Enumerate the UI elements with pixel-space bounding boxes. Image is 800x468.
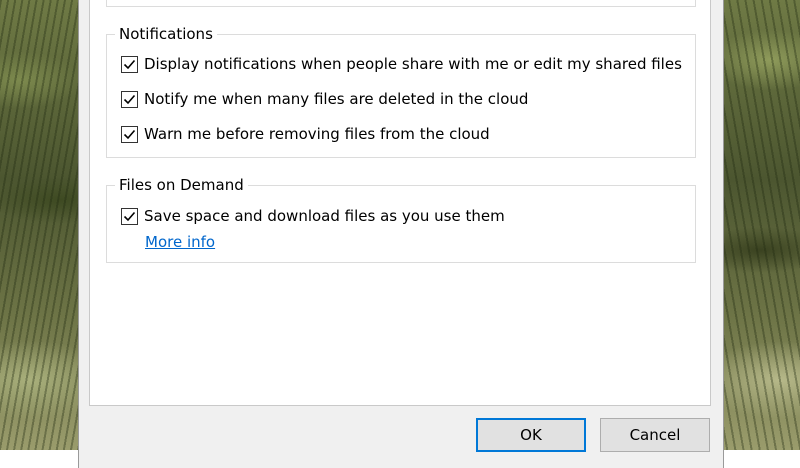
wallpaper-grass-left [0, 0, 88, 450]
notifications-group-title: Notifications [115, 25, 217, 43]
settings-dialog: Notifications Display notifications when… [78, 0, 724, 468]
files-on-demand-group-title: Files on Demand [115, 176, 248, 194]
previous-group-edge [106, 0, 696, 7]
save-space-checkbox[interactable] [121, 207, 138, 225]
checkmark-icon [123, 94, 136, 104]
settings-panel: Notifications Display notifications when… [89, 0, 711, 406]
cancel-button[interactable]: Cancel [600, 418, 710, 452]
checkmark-icon [123, 211, 136, 221]
checkmark-icon [123, 129, 136, 139]
warn-remove-cloud-option[interactable]: Warn me before removing files from the c… [121, 123, 490, 145]
notify-share-edit-label: Display notifications when people share … [144, 55, 682, 73]
ok-button[interactable]: OK [476, 418, 586, 452]
checkmark-icon [123, 59, 136, 69]
notify-mass-delete-option[interactable]: Notify me when many files are deleted in… [121, 88, 528, 110]
notify-mass-delete-checkbox[interactable] [121, 90, 138, 108]
save-space-option[interactable]: Save space and download files as you use… [121, 205, 505, 227]
notify-share-edit-option[interactable]: Display notifications when people share … [121, 53, 682, 75]
notify-share-edit-checkbox[interactable] [121, 55, 138, 73]
notify-mass-delete-label: Notify me when many files are deleted in… [144, 90, 529, 108]
files-on-demand-group: Files on Demand Save space and download … [106, 176, 696, 263]
more-info-link[interactable]: More info [145, 233, 215, 251]
warn-remove-cloud-checkbox[interactable] [121, 125, 138, 143]
notifications-group: Notifications Display notifications when… [106, 25, 696, 158]
warn-remove-cloud-label: Warn me before removing files from the c… [144, 125, 490, 143]
save-space-label: Save space and download files as you use… [144, 207, 505, 225]
